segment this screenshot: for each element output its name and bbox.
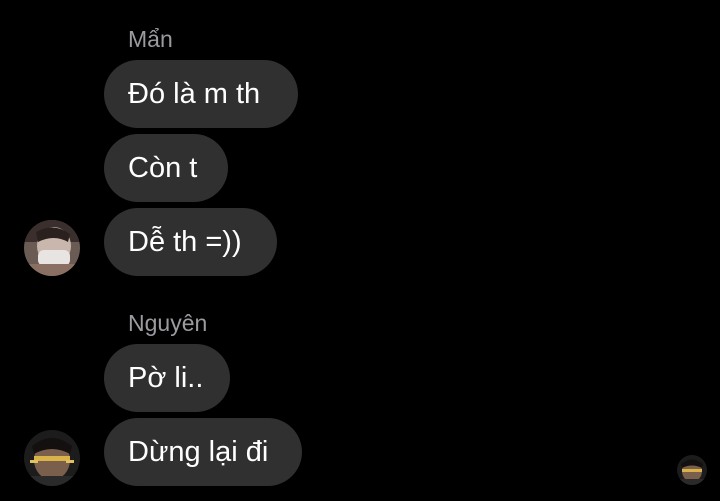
avatar-man[interactable]	[24, 220, 80, 276]
avatar-photo-icon	[24, 430, 80, 486]
message-bubble[interactable]: Còn t	[104, 134, 228, 202]
message-text: Còn t	[128, 151, 198, 184]
sender-name-nguyen: Nguyên	[128, 310, 208, 336]
message-text: Dễ th =))	[128, 225, 242, 258]
message-bubble[interactable]: Dễ th =))	[104, 208, 277, 276]
message-text: Pờ li..	[128, 361, 204, 394]
message-text: Dừng lại đi	[128, 435, 269, 468]
message-bubble[interactable]: Đó là m th	[104, 60, 298, 128]
message-bubble[interactable]: Pờ li..	[104, 344, 230, 412]
chat-thread: { "groups": [ { "sender": "Mẩn", "messag…	[0, 0, 720, 501]
avatar-photo-icon	[24, 220, 80, 276]
message-bubble[interactable]: Dừng lại đi	[104, 418, 302, 486]
read-receipt-icon	[677, 455, 707, 485]
avatar-nguyen[interactable]	[24, 430, 80, 486]
message-text: Đó là m th	[128, 77, 261, 110]
read-receipt-avatar	[677, 455, 707, 485]
sender-name-man: Mẩn	[128, 26, 173, 52]
